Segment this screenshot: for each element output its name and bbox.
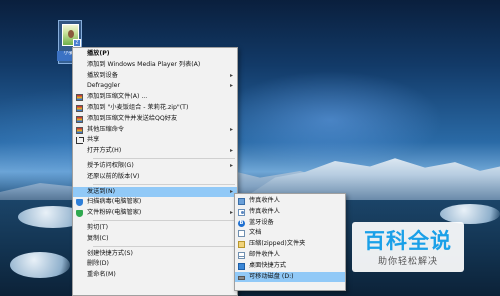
menu-item-label: 还原以前的版本(V) — [87, 172, 140, 180]
mail-icon — [238, 251, 245, 259]
send-icon — [238, 198, 245, 205]
menu-item-label: 扫描病毒(电脑管家) — [87, 198, 142, 206]
menu-item-defraggler[interactable]: Defraggler ▸ — [73, 81, 237, 92]
menu-item-copy[interactable]: 复制(C) — [73, 234, 237, 245]
menu-separator — [93, 184, 235, 186]
menu-item-archive-send-qq[interactable]: 添加到压缩文件并发送给QQ好友 — [73, 114, 237, 125]
menu-item-label: 可移动磁盘 (D:) — [249, 272, 294, 280]
sendto-item-fax[interactable]: 传真收件人 — [235, 196, 345, 207]
shield-icon — [76, 199, 83, 207]
menu-item-add-to-archive[interactable]: 添加到压缩文件(A) ... — [73, 92, 237, 103]
archive-icon — [76, 94, 83, 102]
sendto-item-desktop-shortcut[interactable]: 桌面快捷方式 — [235, 261, 345, 272]
menu-item-share[interactable]: 共享 — [73, 135, 237, 146]
bluetooth-icon — [238, 218, 245, 228]
menu-item-label: 打开方式(H) — [87, 147, 122, 155]
menu-item-send-to[interactable]: 发送到(N) ▸ — [73, 186, 237, 198]
chevron-right-icon: ▸ — [229, 209, 233, 217]
menu-item-rename[interactable]: 重命名(M) — [73, 270, 237, 281]
menu-item-label: 传真收件人 — [249, 207, 280, 215]
chevron-right-icon: ▸ — [229, 82, 233, 90]
menu-item-label: 删除(D) — [87, 260, 109, 268]
menu-item-label: 添加到 Windows Media Player 列表(A) — [87, 60, 201, 68]
menu-item-label: 添加到 "小麦饭组合 - 茉莉花.zip"(T) — [87, 103, 189, 111]
zip-folder-icon — [238, 241, 245, 249]
menu-item-grant-access[interactable]: 授予访问权限(G) ▸ — [73, 161, 237, 172]
menu-item-label: 传真收件人 — [249, 197, 280, 204]
menu-item-label: 播放到设备 — [87, 71, 118, 79]
menu-item-label: 重命名(M) — [87, 271, 116, 279]
menu-item-open-with[interactable]: 打开方式(H) ▸ — [73, 146, 237, 157]
context-menu: 播放(P) 添加到 Windows Media Player 列表(A) 播放到… — [72, 47, 238, 296]
menu-item-add-to-wmp-list[interactable]: 添加到 Windows Media Player 列表(A) — [73, 60, 237, 71]
archive-icon — [76, 104, 83, 112]
menu-item-scan-virus[interactable]: 扫描病毒(电脑管家) — [73, 197, 237, 208]
desktop-icon — [238, 262, 245, 270]
menu-item-restore-versions[interactable]: 还原以前的版本(V) — [73, 172, 237, 183]
sendto-item-removable-drive[interactable]: 可移动磁盘 (D:) — [235, 271, 345, 283]
chevron-right-icon: ▸ — [229, 147, 233, 155]
ice-floe — [440, 204, 500, 224]
drive-icon — [238, 275, 245, 280]
menu-item-label: 授予访问权限(G) — [87, 161, 134, 169]
chevron-right-icon: ▸ — [229, 71, 233, 79]
sendto-item-fax-contact[interactable]: 传真收件人 — [235, 207, 345, 218]
menu-separator — [93, 158, 235, 160]
chevron-right-icon: ▸ — [229, 187, 233, 195]
watermark-subtitle: 助你轻松解决 — [377, 257, 438, 267]
menu-item-label: 播放(P) — [87, 50, 110, 57]
sendto-item-documents[interactable]: 文档 — [235, 228, 345, 239]
menu-item-label: 桌面快捷方式 — [249, 261, 287, 269]
shield-green-icon — [76, 210, 83, 218]
document-icon — [238, 230, 245, 238]
menu-item-file-shredder[interactable]: 文件粉碎(电脑管家) ▸ — [73, 208, 237, 219]
menu-item-play[interactable]: 播放(P) — [73, 49, 237, 60]
menu-item-label: 复制(C) — [87, 234, 109, 242]
menu-item-delete[interactable]: 删除(D) — [73, 259, 237, 270]
menu-item-cut[interactable]: 剪切(T) — [73, 223, 237, 234]
menu-separator — [93, 220, 235, 222]
menu-item-label: 文件粉碎(电脑管家) — [87, 209, 142, 217]
menu-item-label: 其他压缩命令 — [87, 125, 125, 133]
sendto-item-bluetooth[interactable]: 蓝牙设备 — [235, 218, 345, 228]
share-icon — [76, 137, 83, 145]
menu-item-label: 共享 — [87, 136, 100, 144]
sendto-item-mail[interactable]: 邮件收件人 — [235, 250, 345, 261]
sendto-item-zip-folder[interactable]: 压缩(zipped)文件夹 — [235, 239, 345, 250]
archive-badge-icon: Z — [73, 39, 81, 47]
send-to-submenu: 传真收件人 传真收件人 蓝牙设备 文档 压缩(zipped)文件夹 邮件收件人 … — [234, 193, 346, 291]
menu-item-label: 剪切(T) — [87, 223, 108, 231]
menu-item-add-to-zip[interactable]: 添加到 "小麦饭组合 - 茉莉花.zip"(T) — [73, 103, 237, 114]
menu-item-label: 添加到压缩文件并发送给QQ好友 — [87, 114, 178, 122]
contact-icon — [238, 208, 245, 216]
chevron-right-icon: ▸ — [229, 125, 233, 133]
menu-item-label: 创建快捷方式(S) — [87, 249, 133, 257]
ice-floe — [10, 252, 70, 278]
menu-item-label: Defraggler — [87, 82, 121, 90]
menu-item-label: 压缩(zipped)文件夹 — [249, 240, 306, 248]
menu-item-play-to-device[interactable]: 播放到设备 ▸ — [73, 71, 237, 82]
menu-item-label: 文档 — [249, 229, 262, 237]
menu-item-label: 发送到(N) — [87, 187, 116, 195]
menu-separator — [93, 246, 235, 248]
menu-item-label: 蓝牙设备 — [249, 218, 274, 226]
menu-item-label: 邮件收件人 — [249, 250, 280, 258]
watermark-logo: 百科全说 助你轻松解决 — [352, 222, 464, 272]
archive-icon — [76, 126, 83, 134]
archive-icon — [76, 115, 83, 123]
chevron-right-icon: ▸ — [229, 161, 233, 169]
menu-item-other-archive-commands[interactable]: 其他压缩命令 ▸ — [73, 125, 237, 136]
menu-item-create-shortcut[interactable]: 创建快捷方式(S) — [73, 249, 237, 260]
menu-item-label: 添加到压缩文件(A) ... — [87, 93, 148, 101]
watermark-title: 百科全说 — [364, 229, 452, 253]
